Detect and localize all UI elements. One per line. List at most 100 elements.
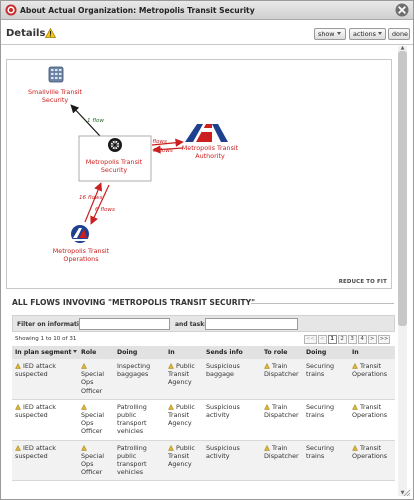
done-button[interactable]: done xyxy=(388,28,410,40)
scrollbar-thumb[interactable] xyxy=(398,51,407,326)
filter-task-input[interactable] xyxy=(205,318,298,330)
about-window: About Actual Organization: Metropolis Tr… xyxy=(0,0,414,500)
link-icon xyxy=(352,363,358,369)
cell-role[interactable]: Special Ops Officer xyxy=(78,399,114,441)
column-header-role[interactable]: Role xyxy=(78,346,114,359)
transit-operations-logo xyxy=(71,225,89,243)
cell-doing: Patrolling public transport vehicles xyxy=(114,399,165,441)
details-title: Details xyxy=(6,28,46,39)
node-label-smallville-2: Security xyxy=(42,96,68,104)
cell-target-in[interactable]: Transit Operations xyxy=(349,440,395,482)
cell-target-doing: Securing trains xyxy=(303,399,349,441)
pager-first-button[interactable]: << xyxy=(304,335,317,344)
column-header-label: In plan segment xyxy=(15,349,72,356)
node-operations[interactable]: Metropolis Transit Operations xyxy=(53,225,110,263)
pager-page-3[interactable]: 3 xyxy=(347,335,357,344)
transit-authority-logo xyxy=(185,124,228,142)
cell-target-doing: Securing trains xyxy=(303,440,349,482)
column-header-sends-info[interactable]: Sends info xyxy=(203,346,261,359)
cell-text: Special Ops Officer xyxy=(81,451,105,477)
wheel-icon xyxy=(108,138,122,152)
vertical-scrollbar[interactable]: ▲ ▼ xyxy=(398,46,407,496)
link-icon xyxy=(168,363,174,369)
link-icon xyxy=(168,403,174,410)
actions-menu-button[interactable]: actions xyxy=(349,28,386,40)
cell-doing: Patrolling public transport vehicles xyxy=(114,440,165,482)
cell-in[interactable]: Public Transit Agency xyxy=(165,399,203,441)
pager-next-button[interactable]: > xyxy=(367,335,377,344)
link-icon xyxy=(15,444,21,451)
cell-target-in[interactable]: Transit Operations xyxy=(349,399,395,441)
column-header-in[interactable]: In xyxy=(165,346,203,359)
link-icon xyxy=(81,444,87,451)
table-row[interactable]: IED attack suspected Special Ops Officer… xyxy=(12,359,395,400)
cell-segment[interactable]: IED attack suspected xyxy=(12,399,78,441)
chevron-down-icon xyxy=(378,32,383,35)
node-label-smallville-1: Smallville Transit xyxy=(28,88,82,96)
cell-text: Special Ops Officer xyxy=(81,411,105,436)
link-icon xyxy=(15,363,21,369)
cell-target-doing: Securing trains xyxy=(303,359,349,400)
chevron-down-icon xyxy=(336,32,341,35)
table-header-row: In plan segment Role Doing In Sends info… xyxy=(12,346,395,359)
flows-table: In plan segment Role Doing In Sends info… xyxy=(12,346,395,482)
warning-icon[interactable] xyxy=(45,28,56,38)
link-icon xyxy=(352,403,358,410)
cell-role[interactable]: Special Ops Officer xyxy=(78,440,114,482)
building-icon xyxy=(48,66,64,83)
pager-prev-button[interactable]: < xyxy=(317,335,327,344)
cell-to-role[interactable]: Train Dispatcher xyxy=(261,440,303,482)
cell-to-role[interactable]: Train Dispatcher xyxy=(261,359,303,400)
bullseye-icon xyxy=(5,4,17,16)
node-smallville[interactable]: Smallville Transit Security xyxy=(28,66,82,104)
node-metro-security[interactable]: Metropolis Transit Security xyxy=(78,135,152,182)
column-header-target-in[interactable]: In xyxy=(349,346,395,359)
pager-page-4[interactable]: 4 xyxy=(357,335,367,344)
resize-grip-icon[interactable] xyxy=(403,489,411,497)
cell-target-in[interactable]: Transit Operations xyxy=(349,359,395,400)
node-label-operations-2: Operations xyxy=(63,255,99,263)
column-header-segment[interactable]: In plan segment xyxy=(12,346,78,359)
heading-divider xyxy=(251,303,394,304)
cell-in[interactable]: Public Transit Agency xyxy=(165,359,203,400)
edge-from-operations[interactable] xyxy=(84,182,103,223)
cell-text: IED attack suspected xyxy=(15,362,56,379)
pagination: << <1 2 3 4 > >> xyxy=(304,334,391,344)
node-authority[interactable]: Metropolis Transit Authority xyxy=(182,124,239,160)
link-icon xyxy=(168,444,174,451)
node-label-metro-security-2: Security xyxy=(101,166,127,174)
column-header-doing[interactable]: Doing xyxy=(114,346,165,359)
cell-segment[interactable]: IED attack suspected xyxy=(12,440,78,482)
cell-to-role[interactable]: Train Dispatcher xyxy=(261,399,303,441)
link-icon xyxy=(264,403,270,410)
title-bar: About Actual Organization: Metropolis Tr… xyxy=(1,1,413,20)
reduce-to-fit-button[interactable]: REDUCE TO FIT xyxy=(339,279,387,285)
link-icon xyxy=(81,403,87,410)
filter-task-label: and task: xyxy=(175,321,207,328)
edge-label-to-smallville: 1 flow xyxy=(87,118,104,124)
table-row[interactable]: IED attack suspected Special Ops Officer… xyxy=(12,399,395,441)
table-row[interactable]: IED attack suspected Special Ops Officer… xyxy=(12,440,395,482)
column-header-to-role[interactable]: To role xyxy=(261,346,303,359)
node-label-authority-1: Metropolis Transit xyxy=(182,144,239,152)
edge-to-operations[interactable] xyxy=(90,184,110,225)
cell-role[interactable]: Special Ops Officer xyxy=(78,359,114,400)
cell-in[interactable]: Public Transit Agency xyxy=(165,440,203,482)
cell-sends-info: Suspicious baggage xyxy=(203,359,261,400)
show-menu-button[interactable]: show xyxy=(314,28,346,40)
pager-page-2[interactable]: 2 xyxy=(337,335,347,344)
cell-text: Special Ops Officer xyxy=(81,370,105,395)
pager-page-1[interactable]: 1 xyxy=(327,335,337,344)
cell-text: IED attack suspected xyxy=(15,402,56,420)
cell-text: IED attack suspected xyxy=(15,443,56,460)
flow-graph[interactable]: 1 flow 5 flows 3 flows 16 flows 6 flows … xyxy=(7,60,393,290)
pager-last-button[interactable]: >> xyxy=(377,335,391,344)
cell-segment[interactable]: IED attack suspected xyxy=(12,359,78,400)
filter-bar: Filter on information: and task: xyxy=(12,315,395,332)
link-icon xyxy=(264,363,270,369)
filter-info-input[interactable] xyxy=(79,318,170,330)
close-x-icon[interactable] xyxy=(395,3,409,17)
edge-label-from-authority: 3 flows xyxy=(153,148,173,154)
link-icon xyxy=(15,403,21,410)
column-header-target-doing[interactable]: Doing xyxy=(303,346,349,359)
